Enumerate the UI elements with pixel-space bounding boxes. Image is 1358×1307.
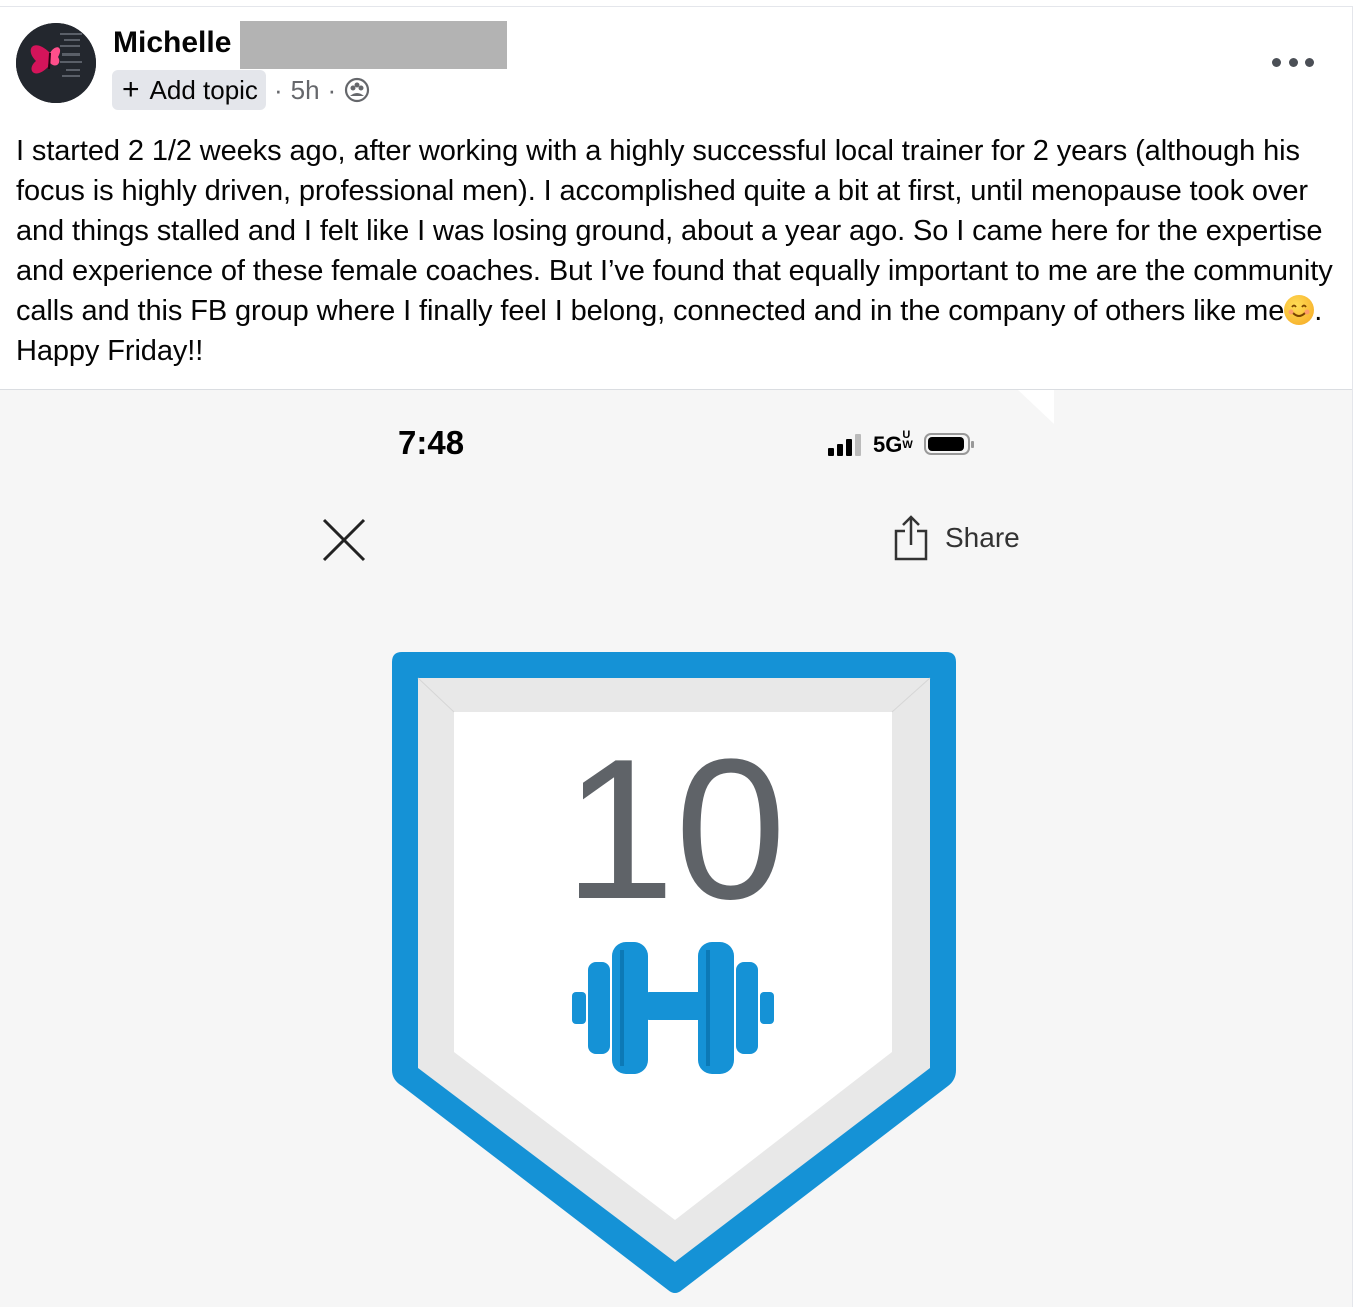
share-icon [894, 515, 928, 561]
avatar[interactable] [16, 23, 96, 103]
image-corner [1018, 390, 1054, 424]
post-card: Michelle + Add topic · 5h · I started 2 … [0, 6, 1353, 1307]
smiling-face-icon [1284, 295, 1315, 325]
badge-number: 10 [564, 718, 786, 941]
achievement-badge: 10 [392, 652, 956, 1293]
add-topic-label: Add topic [149, 74, 258, 105]
dot-icon [1272, 57, 1281, 67]
share-label: Share [945, 522, 1020, 553]
meta-separator: · [327, 74, 337, 105]
close-icon[interactable] [320, 516, 368, 564]
attached-photo[interactable]: 7:48 5GUW Share 10 [0, 390, 1352, 1307]
redacted-surname [240, 21, 507, 69]
network-label: 5GUW [873, 429, 913, 458]
battery-icon [924, 433, 975, 455]
status-indicators: 5GUW [828, 429, 975, 458]
post-timestamp[interactable]: 5h [291, 75, 320, 106]
signal-icon [828, 432, 861, 456]
plus-icon: + [122, 73, 140, 106]
share-button[interactable]: Share [893, 515, 1020, 561]
add-topic-button[interactable]: + Add topic [112, 70, 266, 110]
post-body: I started 2 1/2 weeks ago, after working… [16, 131, 1336, 371]
dot-icon [1305, 57, 1314, 67]
dot-icon [1288, 57, 1298, 67]
post-meta: + Add topic · 5h · [112, 68, 370, 112]
meta-separator: · [273, 74, 283, 105]
post-body-text: I started 2 1/2 weeks ago, after working… [16, 135, 1333, 327]
author-name[interactable]: Michelle [113, 26, 231, 60]
group-icon [345, 77, 370, 103]
avatar-image [16, 23, 96, 103]
more-options-button[interactable] [1272, 53, 1314, 71]
status-time: 7:48 [398, 424, 465, 461]
